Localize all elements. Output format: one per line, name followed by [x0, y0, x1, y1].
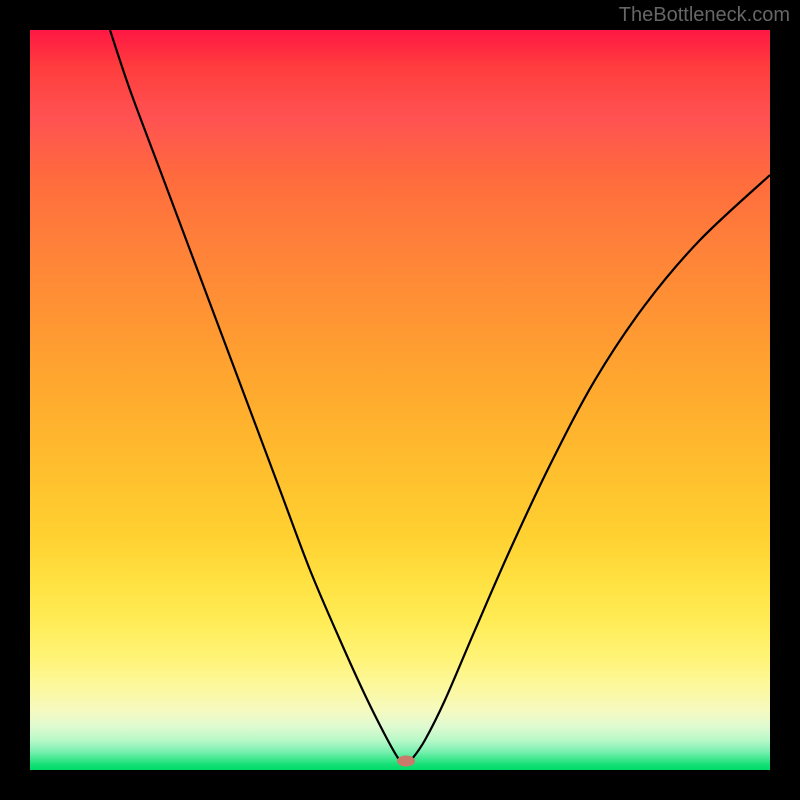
curve-plot — [30, 30, 770, 770]
watermark-text: TheBottleneck.com — [619, 4, 790, 27]
optimal-marker — [397, 756, 415, 767]
bottleneck-curve-line — [110, 30, 770, 765]
chart-area — [30, 30, 770, 770]
